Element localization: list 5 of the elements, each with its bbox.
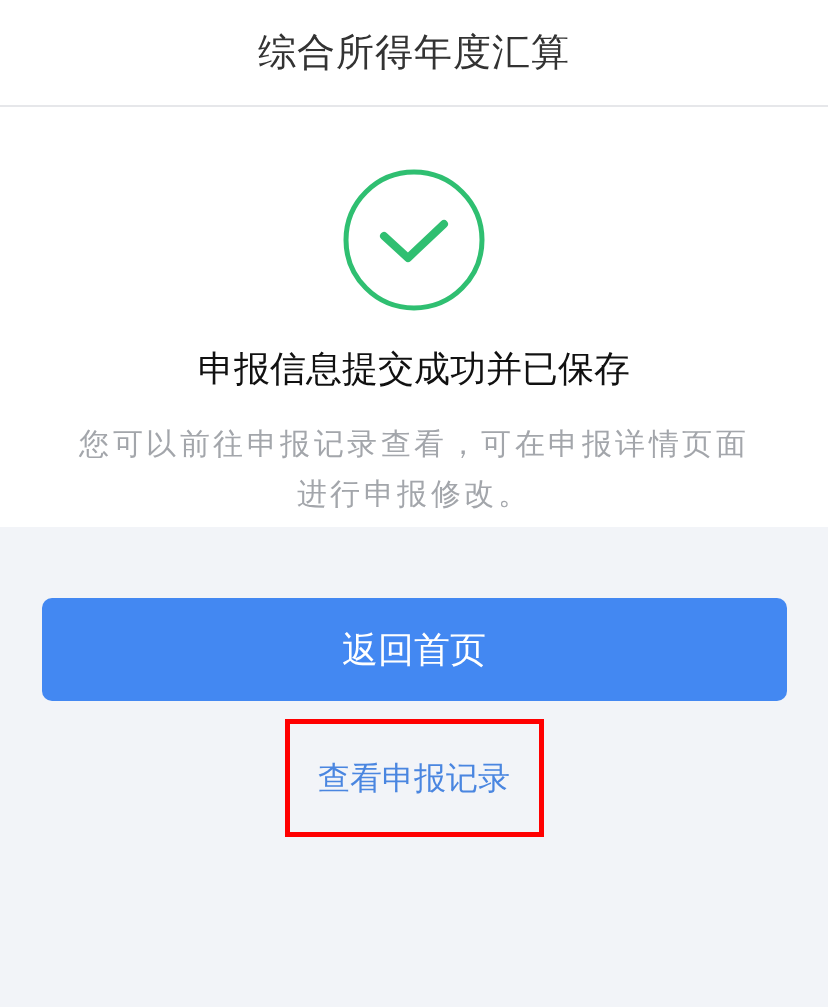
page-title: 综合所得年度汇算 xyxy=(258,30,570,75)
home-button[interactable]: 返回首页 xyxy=(41,598,787,701)
result-heading: 申报信息提交成功并已保存 xyxy=(198,347,630,391)
result-description: 您可以前往申报记录查看，可在申报详情页面进行申报修改。 xyxy=(78,426,750,512)
records-link[interactable]: 查看申报记录 xyxy=(318,754,510,802)
